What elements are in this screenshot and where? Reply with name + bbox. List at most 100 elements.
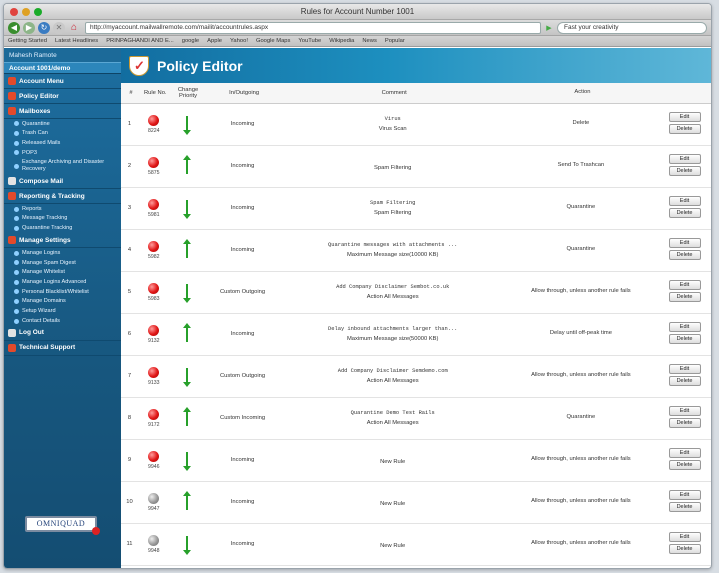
- bookmark-link[interactable]: google: [182, 38, 199, 44]
- sidebar-section[interactable]: Technical Support: [4, 341, 121, 356]
- bookmark-link[interactable]: Yahoo!: [230, 38, 248, 44]
- rule-status-icon[interactable]: [148, 240, 160, 252]
- edit-button[interactable]: Edit: [668, 322, 701, 332]
- edit-button[interactable]: Edit: [668, 364, 701, 374]
- delete-button[interactable]: Delete: [668, 250, 701, 260]
- delete-button[interactable]: Delete: [668, 292, 701, 302]
- go-arrow-icon[interactable]: ▶: [544, 24, 554, 32]
- logo-dot: [92, 527, 100, 535]
- sidebar-item[interactable]: Trash Can: [4, 129, 121, 139]
- delete-button[interactable]: Delete: [668, 208, 701, 218]
- bookmark-link[interactable]: YouTube: [298, 38, 321, 44]
- table-header-row: # Rule No. Change Priority In/Outgoing Comme…: [121, 83, 711, 104]
- rule-number: 5875: [147, 169, 160, 176]
- priority-arrow-icon[interactable]: [182, 281, 191, 303]
- table-row: 6 9132 Incoming Delay inbound attachments l…: [121, 313, 711, 356]
- priority-cell: [169, 187, 204, 230]
- sidebar-item[interactable]: Exchange Archiving and Disaster Recovery: [4, 158, 121, 174]
- bookmark-link[interactable]: Google Maps: [256, 38, 290, 44]
- priority-arrow-icon[interactable]: [182, 323, 191, 345]
- sidebar-section[interactable]: Account Menu: [4, 74, 121, 89]
- home-icon[interactable]: ⌂: [68, 22, 80, 34]
- address-bar[interactable]: http://myaccount.mailwallremote.com/mail…: [85, 21, 541, 34]
- priority-arrow-icon[interactable]: [182, 407, 191, 429]
- stop-icon[interactable]: ✕: [53, 21, 65, 34]
- sidebar-item[interactable]: Message Tracking: [4, 214, 121, 224]
- priority-arrow-icon[interactable]: [182, 533, 191, 555]
- sidebar-section[interactable]: Log Out: [4, 326, 121, 341]
- delete-button[interactable]: Delete: [668, 544, 701, 554]
- sidebar-section[interactable]: Reporting & Tracking: [4, 189, 121, 205]
- priority-arrow-icon[interactable]: [182, 365, 191, 387]
- edit-button[interactable]: Edit: [668, 406, 701, 416]
- priority-arrow-icon[interactable]: [182, 155, 191, 177]
- sidebar-item[interactable]: Manage Logins Advanced: [4, 277, 121, 287]
- bookmark-link[interactable]: News: [362, 38, 377, 44]
- priority-arrow-icon[interactable]: [182, 113, 191, 135]
- delete-button[interactable]: Delete: [668, 124, 701, 134]
- sidebar-item[interactable]: Released Mails: [4, 138, 121, 148]
- edit-button[interactable]: Edit: [668, 490, 701, 500]
- sidebar-section[interactable]: Mailboxes: [4, 104, 121, 119]
- rule-status-icon[interactable]: [148, 450, 160, 462]
- edit-button[interactable]: Edit: [668, 448, 701, 458]
- bookmark-link[interactable]: Latest Headlines: [55, 38, 98, 44]
- delete-button[interactable]: Delete: [668, 166, 701, 176]
- reload-icon[interactable]: ↻: [38, 21, 50, 34]
- rule-status-icon[interactable]: [148, 156, 160, 168]
- rule-status-icon[interactable]: [148, 408, 160, 420]
- sidebar-item[interactable]: POP3: [4, 148, 121, 158]
- sidebar-section[interactable]: Manage Settings: [4, 233, 121, 249]
- comment-cell: Add Company Disclaimer Sembot.co.uk Actio…: [281, 271, 504, 314]
- sidebar-item[interactable]: Manage Domains: [4, 297, 121, 307]
- edit-button[interactable]: Edit: [668, 112, 701, 122]
- rule-status-icon[interactable]: [148, 492, 160, 504]
- bookmark-link[interactable]: Apple: [207, 38, 222, 44]
- browser-toolbar: ◀ ▶ ↻ ✕ ⌂ http://myaccount.mailwallremot…: [4, 20, 711, 36]
- sidebar-item[interactable]: Personal Blacklist/Whitelist: [4, 287, 121, 297]
- sidebar-item-label: Message Tracking: [22, 215, 68, 222]
- edit-button[interactable]: Edit: [668, 196, 701, 206]
- rule-status-icon[interactable]: [148, 114, 160, 126]
- rule-status-icon[interactable]: [148, 534, 160, 546]
- bookmark-link[interactable]: Wikipedia: [329, 38, 354, 44]
- priority-arrow-icon[interactable]: [182, 491, 191, 513]
- edit-button[interactable]: Edit: [668, 280, 701, 290]
- bookmark-link[interactable]: PRINPAGHANDI AND E...: [106, 38, 174, 44]
- delete-button[interactable]: Delete: [668, 376, 701, 386]
- sidebar-item[interactable]: Contact Details: [4, 316, 121, 326]
- rule-status-icon[interactable]: [148, 198, 160, 210]
- rule-status-icon[interactable]: [148, 366, 160, 378]
- sidebar-item[interactable]: Setup Wizard: [4, 307, 121, 317]
- sidebar-item[interactable]: Quarantine: [4, 119, 121, 129]
- edit-button[interactable]: Edit: [668, 154, 701, 164]
- forward-arrow-icon[interactable]: ▶: [23, 21, 35, 34]
- edit-button[interactable]: Edit: [668, 532, 701, 542]
- delete-button[interactable]: Delete: [668, 502, 701, 512]
- bookmark-link[interactable]: Popular: [385, 38, 405, 44]
- priority-arrow-icon[interactable]: [182, 197, 191, 219]
- rule-status-icon[interactable]: [148, 324, 160, 336]
- delete-button[interactable]: Delete: [668, 460, 701, 470]
- sidebar-item[interactable]: Manage Whitelist: [4, 268, 121, 278]
- direction-cell: Incoming: [203, 187, 282, 230]
- sidebar-item[interactable]: Manage Spam Digest: [4, 258, 121, 268]
- delete-button[interactable]: Delete: [668, 334, 701, 344]
- sidebar-item[interactable]: Manage Logins: [4, 248, 121, 258]
- direction-cell: Incoming: [203, 145, 282, 188]
- sidebar-section[interactable]: Compose Mail: [4, 174, 121, 190]
- rule-status-icon[interactable]: [148, 282, 160, 294]
- rule-comment: Add Company Disclaimer Semdemo.com: [337, 368, 448, 374]
- edit-button[interactable]: Edit: [668, 238, 701, 248]
- sidebar-item[interactable]: Reports: [4, 204, 121, 214]
- back-arrow-icon[interactable]: ◀: [8, 21, 20, 34]
- sidebar-item[interactable]: Quarantine Tracking: [4, 224, 121, 234]
- bookmark-link[interactable]: Getting Started: [8, 38, 47, 44]
- priority-arrow-icon[interactable]: [182, 239, 191, 261]
- sidebar-section[interactable]: Policy Editor: [4, 89, 121, 104]
- delete-button[interactable]: Delete: [668, 418, 701, 428]
- buttons-cell: Edit Delete: [658, 355, 711, 398]
- priority-arrow-icon[interactable]: [182, 449, 191, 471]
- direction-cell: Incoming: [203, 103, 282, 146]
- search-input[interactable]: Fast your creativity: [557, 21, 707, 34]
